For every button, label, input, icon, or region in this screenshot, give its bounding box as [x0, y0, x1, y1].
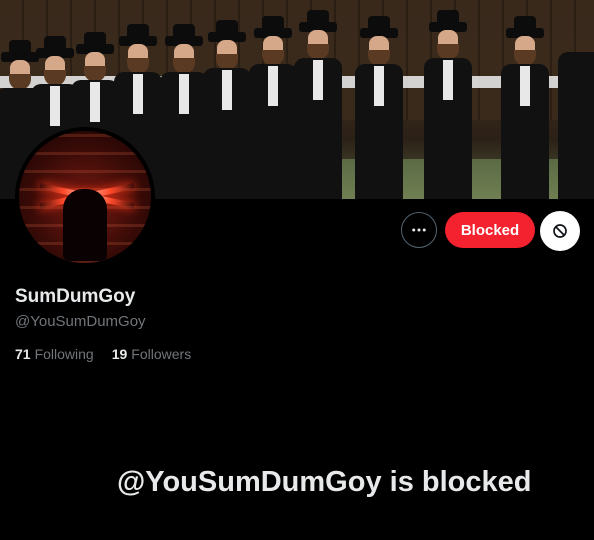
more-options-button[interactable] [401, 212, 437, 248]
blocked-notice-title: @YouSumDumGoy is blocked [117, 466, 532, 498]
more-horizontal-icon [412, 228, 426, 232]
block-status-button[interactable] [540, 211, 580, 251]
followers-label: Followers [131, 346, 192, 362]
profile-handle: @YouSumDumGoy [15, 313, 146, 330]
profile-stats: 71 Following 19 Followers [15, 346, 191, 362]
avatar-image [19, 131, 151, 263]
following-label: Following [34, 346, 94, 362]
followers-link[interactable]: 19 Followers [112, 346, 191, 362]
blocked-button[interactable]: Blocked [445, 212, 535, 248]
avatar[interactable] [15, 127, 155, 267]
block-circle-icon [553, 224, 567, 238]
following-count: 71 [15, 346, 31, 362]
followers-count: 19 [111, 346, 128, 362]
following-link[interactable]: 71 Following [15, 346, 94, 362]
profile-display-name: SumDumGoy [15, 286, 136, 307]
